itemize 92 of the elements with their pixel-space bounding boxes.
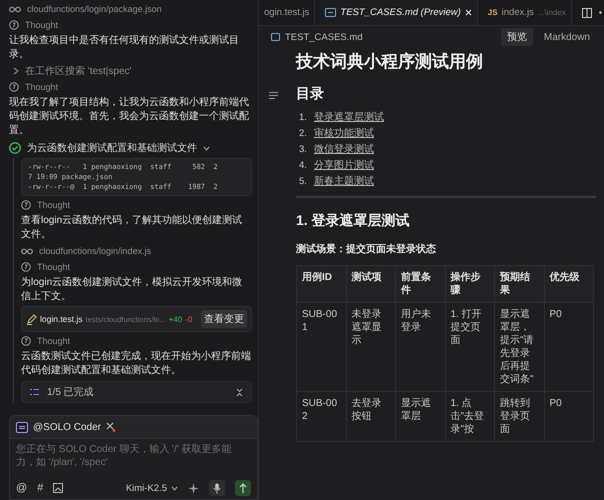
image-icon[interactable] (53, 483, 64, 493)
file-name[interactable]: login.test.js (40, 314, 83, 324)
thought-label[interactable]: Thought (37, 200, 70, 210)
view-mode-button[interactable]: Markdown (538, 30, 596, 44)
agent-name[interactable]: @SOLO Coder (33, 422, 101, 432)
caret-icon (171, 486, 178, 490)
thought-label[interactable]: Thought (25, 20, 58, 30)
scenario-text: 测试场景：提交页面未登录状态 (296, 242, 437, 256)
tools-icon[interactable] (106, 422, 116, 432)
column-header: 操作步骤 (445, 266, 494, 302)
table-cell: 显示遮罩层 (396, 392, 445, 442)
tab-label: ogin.test.js (264, 7, 310, 18)
column-header: 用例ID (296, 266, 346, 302)
toc-heading: 目录 (296, 85, 325, 103)
glasses-icon (9, 6, 21, 12)
task-title[interactable]: 为云函数创建测试配置和基础测试文件 (27, 141, 197, 155)
table-cell: P0 (544, 392, 594, 442)
toc-link[interactable]: 审核功能测试 (314, 126, 374, 140)
thought-icon (21, 200, 31, 210)
mention-icon[interactable]: @ (16, 482, 28, 494)
file-path[interactable]: cloudfunctions/login/package.json (27, 4, 162, 14)
table-cell: SUB-002 (296, 392, 346, 442)
column-header: 前置条件 (396, 266, 445, 302)
progress-label: 1/5 已完成 (47, 386, 94, 399)
lines-added: +40 (168, 314, 182, 324)
column-header: 预期结果 (494, 266, 544, 302)
thought-label[interactable]: Thought (37, 336, 70, 346)
table-cell: 用户未登录 (396, 302, 445, 392)
section-heading: 1. 登录遮罩层测试 (296, 212, 411, 230)
markdown-file-icon (325, 8, 336, 17)
editor-tab[interactable]: TEST_CASES.md (Preview) (320, 0, 478, 25)
list-icon (30, 388, 39, 396)
collapse-icon[interactable] (236, 388, 243, 396)
sparkle-icon[interactable] (188, 482, 199, 494)
message-text: 现在我了解了项目结构，让我为云函数和小程序前端代码创建测试环境。首先，我会为云函数创建一个测试配置。 (9, 96, 250, 138)
message-text: 云函数测试文件已创建完成，现在开始为小程序前端代码创建测试配置和基础测试文件。 (21, 350, 252, 378)
search-step[interactable]: 在工作区搜索 'test|spec' (25, 64, 132, 78)
list-number: 4. (299, 160, 307, 170)
toc-link[interactable]: 分享图片测试 (314, 158, 374, 172)
editor-tab[interactable]: ogin.test.js (259, 0, 316, 25)
lines-removed: -0 (185, 314, 192, 324)
markdown-file-icon (271, 33, 280, 41)
thought-icon (9, 20, 19, 30)
document-title: 技术词典小程序测试用例 (296, 51, 484, 73)
thought-label[interactable]: Thought (25, 82, 58, 92)
js-file-icon: JS (488, 8, 498, 17)
list-number: 2. (299, 128, 307, 138)
table-cell: P0 (544, 302, 594, 392)
view-mode-button[interactable]: 预览 (500, 28, 533, 46)
toc-link[interactable]: 新春主题测试 (314, 174, 374, 188)
thought-icon (21, 336, 31, 346)
table-cell: 1. 点击"去登录"按 (445, 392, 494, 442)
column-header: 测试项 (346, 266, 396, 302)
microphone-icon (213, 482, 221, 494)
send-button[interactable] (235, 480, 251, 496)
outline-icon[interactable] (269, 92, 278, 99)
list-number: 1. (299, 112, 307, 122)
column-header: 优先级 (544, 266, 594, 302)
hash-icon[interactable]: # (37, 482, 44, 494)
toc-link[interactable]: 微信登录测试 (314, 142, 374, 156)
editor-tab[interactable]: JS index.js ...\index (482, 0, 572, 25)
list-number: 5. (299, 176, 307, 186)
glasses-icon (21, 248, 33, 254)
table-cell: 去登录按钮 (346, 392, 396, 442)
arrow-up-icon (239, 483, 247, 493)
table-cell: SUB-001 (296, 302, 346, 392)
list-number: 3. (299, 144, 307, 154)
message-text: 为login云函数创建测试文件，模拟云开发环境和微信上下文。 (21, 276, 244, 304)
toc-link[interactable]: 登录遮罩层测试 (314, 110, 384, 124)
tab-path-hint: ...\index (538, 8, 566, 17)
agent-icon (16, 422, 28, 432)
table-cell: 跳转到登录页面 (494, 392, 544, 442)
tab-label: TEST_CASES.md (Preview) (340, 7, 461, 18)
table-cell: 1. 打开提交页面 (445, 302, 494, 392)
thought-icon (9, 82, 19, 92)
tab-label: index.js (502, 7, 534, 18)
view-changes-button[interactable]: 查看变更 (201, 310, 247, 328)
table-cell: 未登录遮罩显示 (346, 302, 396, 392)
close-icon[interactable] (464, 9, 472, 16)
split-editor-icon[interactable] (582, 8, 592, 18)
pencil-icon (26, 314, 37, 324)
model-select[interactable]: Kimi-K2.5 (126, 482, 178, 494)
chat-input[interactable]: 您正在与 SOLO Coder 聊天，输入 '/' 获取更多能力，如 '/plan', '/spec' @ # Kimi-K2.5 (9, 438, 258, 500)
thought-label[interactable]: Thought (37, 262, 70, 272)
microphone-button[interactable] (209, 480, 225, 496)
table-cell: 显示遮罩层，提示"请先登录后再提交词条" (494, 302, 544, 392)
chevron-icon[interactable] (203, 146, 210, 150)
message-text: 查看login云函数的代码，了解其功能以便创建测试文件。 (21, 214, 244, 242)
thought-icon (21, 262, 31, 272)
message-text: 让我检查项目中是否有任何现有的测试文件或测试目录。 (9, 34, 240, 62)
breadcrumb[interactable]: TEST_CASES.md (285, 32, 363, 42)
file-path[interactable]: cloudfunctions/login/index.js (39, 246, 152, 256)
